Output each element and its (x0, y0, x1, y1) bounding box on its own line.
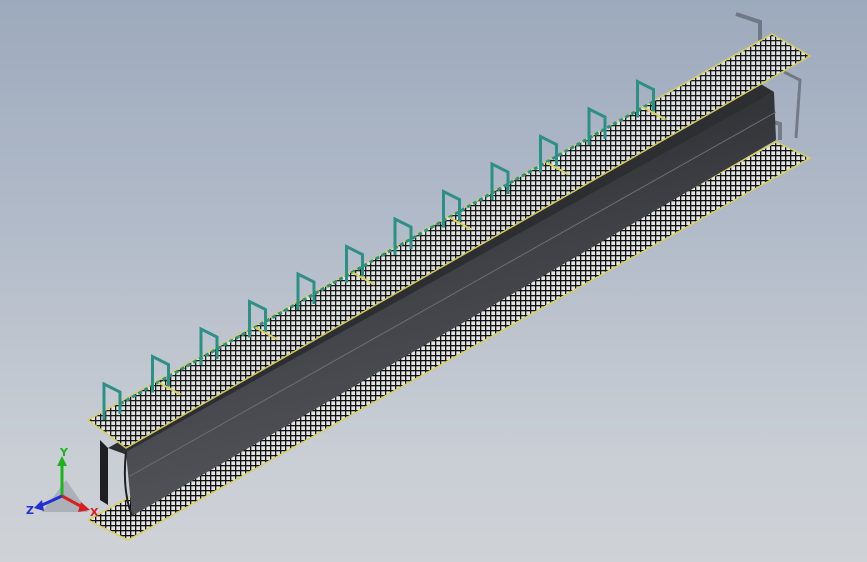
x-axis-label: X (90, 506, 99, 519)
model-scene[interactable] (0, 0, 867, 562)
z-axis-label: Z (26, 504, 34, 517)
trough-body[interactable] (100, 80, 777, 517)
z-axis-arrow (34, 500, 44, 511)
coordinate-triad: Y X Z (26, 446, 99, 519)
y-axis-label: Y (59, 446, 69, 459)
cad-graphics-viewport[interactable]: Y X Z (0, 0, 867, 562)
lower-grating-walkway[interactable] (86, 141, 812, 541)
upper-grating-walkway[interactable] (86, 33, 812, 449)
